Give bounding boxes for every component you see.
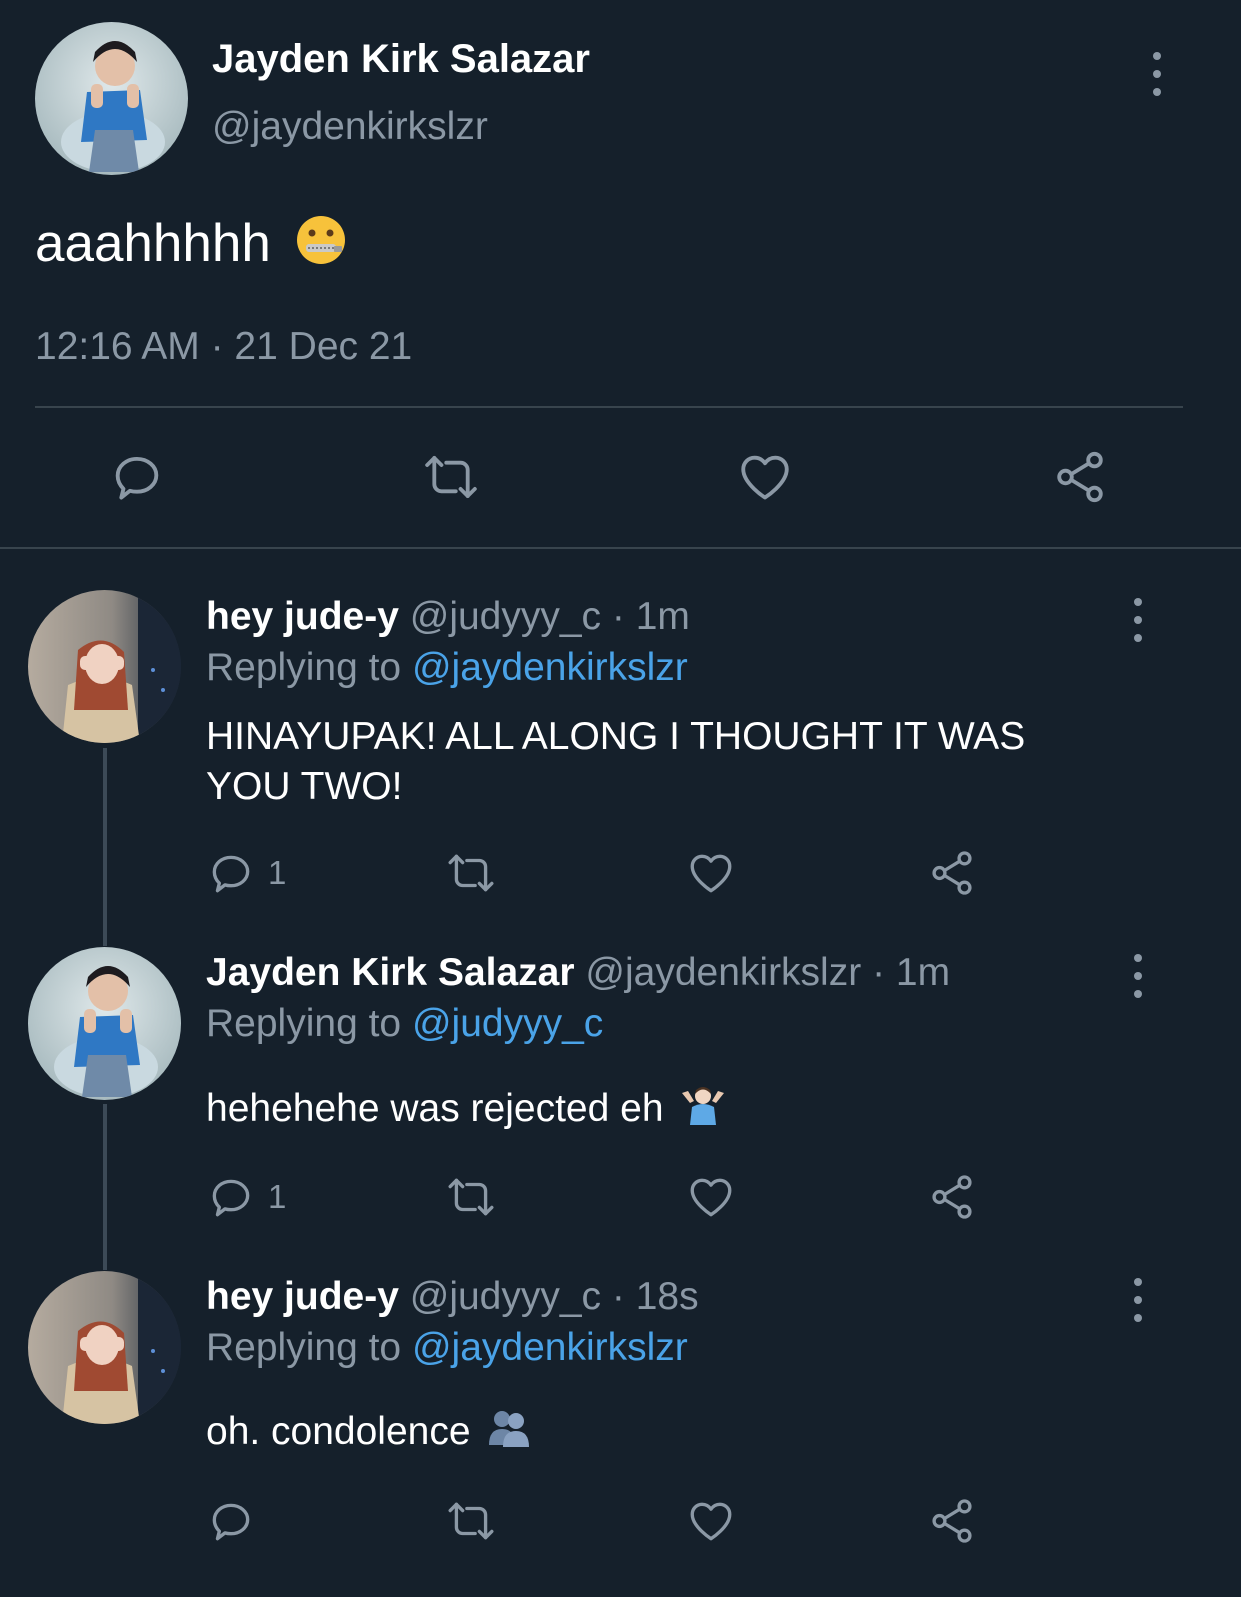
author-name[interactable]: Jayden Kirk Salazar <box>212 36 590 82</box>
more-options-icon[interactable] <box>1150 52 1164 96</box>
thread-line <box>103 1104 107 1270</box>
share-button[interactable] <box>1050 448 1110 506</box>
reply-icon <box>115 456 159 500</box>
section-divider <box>0 547 1241 549</box>
more-options-icon[interactable] <box>1131 598 1145 642</box>
more-options-icon[interactable] <box>1131 1278 1145 1322</box>
share-button[interactable] <box>926 848 978 898</box>
like-button[interactable] <box>686 1496 736 1546</box>
thread-line <box>103 748 107 946</box>
timestamp[interactable]: 12:16 AM · 21 Dec 21 <box>35 324 412 370</box>
author-handle[interactable]: @judyyy_c <box>410 1275 601 1318</box>
reply-text: hehehehe was rejected eh <box>206 1083 726 1138</box>
reply-icon <box>212 1503 250 1541</box>
share-icon <box>1057 451 1103 503</box>
like-button[interactable] <box>686 848 736 898</box>
retweet-icon <box>425 456 477 498</box>
share-icon <box>932 1499 972 1543</box>
like-button[interactable] <box>736 448 794 506</box>
avatar[interactable] <box>35 22 188 175</box>
reply-icon <box>212 855 250 893</box>
reply-text: HINAYUPAK! ALL ALONG I THOUGHT IT WAS YO… <box>206 715 1026 808</box>
person-shrugging-icon <box>680 1083 726 1138</box>
author-name[interactable]: hey jude-y <box>206 1275 399 1318</box>
replying-to-label: Replying to <box>206 1326 402 1369</box>
retweet-icon <box>448 854 494 892</box>
author-handle[interactable]: @jaydenkirkslzr <box>585 951 861 994</box>
tweet-text-content: aaahhhhh <box>35 214 271 273</box>
reply-text-content: hehehehe was rejected eh <box>206 1086 664 1130</box>
tweet-text: aaahhhhh <box>35 212 348 282</box>
reply-count: 1 <box>268 1178 287 1215</box>
like-button[interactable] <box>686 1172 736 1222</box>
author-handle[interactable]: @judyyy_c <box>410 595 601 638</box>
reply-button[interactable]: 1 <box>206 1172 286 1222</box>
reply-icon <box>212 1179 250 1217</box>
reply-button[interactable] <box>108 448 166 506</box>
reply-button[interactable]: 1 <box>206 848 286 898</box>
reply-header: hey jude-y @judyyy_c · 1m <box>206 594 690 640</box>
divider <box>35 406 1183 408</box>
replying-to: Replying to @jaydenkirkslzr <box>206 645 688 691</box>
retweet-button[interactable] <box>443 1496 499 1546</box>
heart-icon <box>690 1178 732 1217</box>
heart-icon <box>741 455 789 500</box>
replying-to: Replying to @jaydenkirkslzr <box>206 1325 688 1371</box>
retweet-icon <box>448 1502 494 1540</box>
zipper-mouth-face-icon <box>294 213 348 282</box>
reply-time[interactable]: · 1m <box>872 951 950 994</box>
reply-header: hey jude-y @judyyy_c · 18s <box>206 1274 699 1320</box>
retweet-button[interactable] <box>443 1172 499 1222</box>
retweet-icon <box>448 1178 494 1216</box>
replying-to-label: Replying to <box>206 1002 402 1045</box>
reply-header: Jayden Kirk Salazar @jaydenkirkslzr · 1m <box>206 950 950 996</box>
replying-to-handle[interactable]: @jaydenkirkslzr <box>412 1326 688 1369</box>
reply-time[interactable]: · 1m <box>612 595 690 638</box>
replying-to-handle[interactable]: @judyyy_c <box>412 1002 603 1045</box>
author-name[interactable]: hey jude-y <box>206 595 399 638</box>
avatar[interactable] <box>28 590 181 743</box>
reply-time[interactable]: · 18s <box>612 1275 699 1318</box>
heart-icon <box>690 854 732 893</box>
busts-in-silhouette-icon <box>487 1407 531 1460</box>
replying-to-label: Replying to <box>206 646 402 689</box>
author-name[interactable]: Jayden Kirk Salazar <box>206 951 575 994</box>
reply-text: oh. condolence <box>206 1407 531 1460</box>
replying-to: Replying to @judyyy_c <box>206 1001 603 1047</box>
share-icon <box>932 1175 972 1219</box>
avatar[interactable] <box>28 947 181 1100</box>
more-options-icon[interactable] <box>1131 954 1145 998</box>
reply-button[interactable] <box>206 1496 268 1546</box>
retweet-button[interactable] <box>443 848 499 898</box>
share-icon <box>932 851 972 895</box>
avatar[interactable] <box>28 1271 181 1424</box>
reply-count: 1 <box>268 854 287 891</box>
replying-to-handle[interactable]: @jaydenkirkslzr <box>412 646 688 689</box>
share-button[interactable] <box>926 1172 978 1222</box>
author-handle[interactable]: @jaydenkirkslzr <box>212 104 488 150</box>
reply-text-content: oh. condolence <box>206 1410 471 1453</box>
share-button[interactable] <box>926 1496 978 1546</box>
retweet-button[interactable] <box>420 448 482 506</box>
heart-icon <box>690 1502 732 1541</box>
